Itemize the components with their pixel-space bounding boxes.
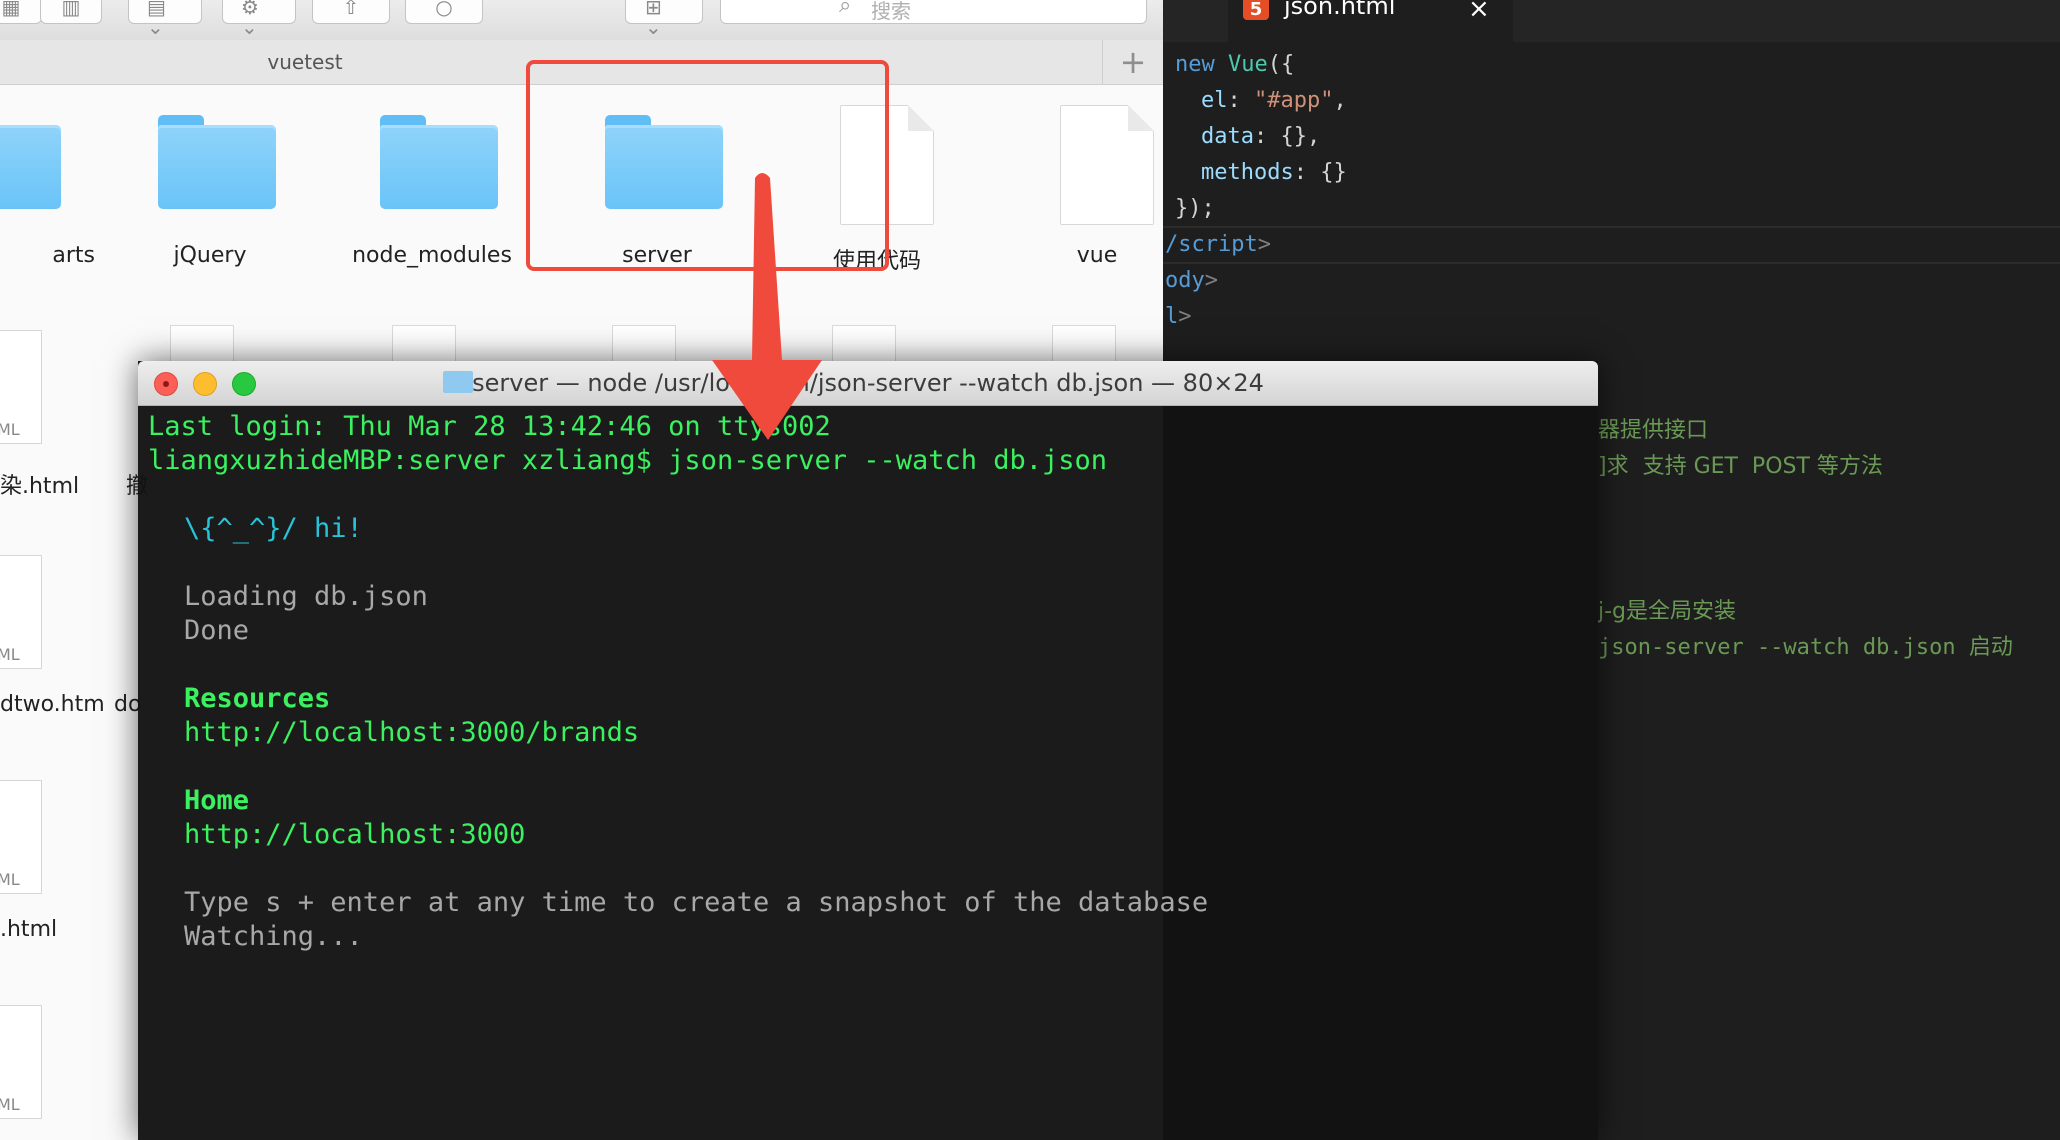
folder-title: vuetest (267, 50, 343, 74)
file-label[interactable]: .html (0, 917, 57, 942)
terminal-title: server — node /usr/local/bin/json-server… (472, 369, 1264, 397)
line-highlight (1163, 226, 2060, 228)
columns-icon: ▥ (61, 0, 81, 19)
terminal-window[interactable]: server — node /usr/local/bin/json-server… (138, 361, 1598, 1140)
tab-json-html[interactable]: 5 json.html × (1228, 0, 1513, 42)
document-icon (1052, 325, 1116, 366)
gear-icon: ⚙ ⌄ (241, 0, 259, 39)
terminal-heading: Home (184, 785, 250, 816)
file-label[interactable]: dtwo.htm (0, 692, 105, 717)
file-label: jQuery (173, 243, 247, 268)
code-comment: j-g是全局安装 (1598, 599, 1737, 624)
minimize-window-button[interactable] (193, 372, 217, 396)
close-window-button[interactable] (154, 372, 178, 396)
new-tab-button[interactable]: + (1102, 40, 1163, 84)
code-line: el: "#app", (1201, 88, 1347, 113)
highlight-box (526, 60, 889, 271)
terminal-line: Loading db.json (184, 581, 428, 612)
close-icon[interactable]: × (1468, 0, 1490, 24)
terminal-title-bar[interactable]: server — node /usr/local/bin/json-server… (138, 361, 1598, 406)
share-icon: ⇧ (342, 0, 360, 19)
code-line: l> (1165, 304, 1192, 329)
file-label: vue (1076, 243, 1118, 268)
document-icon: ML (0, 330, 42, 444)
arrange-button[interactable]: ⊞ ⌄ (625, 0, 703, 37)
terminal-line: Done (184, 615, 250, 646)
tag-button[interactable]: ○ (405, 0, 483, 24)
terminal-line: Watching... (184, 921, 363, 952)
code-line: new Vue({ (1175, 52, 1295, 77)
column-view-button[interactable]: ▥ (40, 0, 102, 24)
zoom-window-button[interactable] (232, 372, 256, 396)
search-icon: ⌕ (839, 0, 852, 18)
code-line: data: {}, (1201, 124, 1321, 149)
document-icon: ML (0, 1005, 42, 1119)
code-line: }); (1175, 196, 1215, 221)
document-icon (1060, 105, 1154, 225)
code-line: /script> (1165, 232, 1271, 257)
folder-icon (158, 115, 276, 209)
share-button[interactable]: ⇧ (312, 0, 390, 24)
terminal-url[interactable]: http://localhost:3000 (184, 819, 525, 850)
file-label: arts (52, 243, 95, 268)
search-input[interactable]: ⌕ 搜索 (720, 0, 1147, 24)
document-icon (170, 325, 234, 366)
terminal-url[interactable]: http://localhost:3000/brands (184, 717, 639, 748)
file-label: node_modules (352, 243, 512, 268)
document-icon (392, 325, 456, 366)
html5-icon: 5 (1243, 0, 1269, 20)
action-button[interactable]: ⚙ ⌄ (222, 0, 296, 37)
terminal-heading: Resources (184, 683, 331, 714)
code-line: ody> (1165, 268, 1218, 293)
terminal-line: \{^_^}/ hi! (184, 513, 363, 544)
group-button[interactable]: ▤ ⌄ (128, 0, 202, 37)
grid-icon: ▦ (1, 0, 21, 19)
folder-icon (443, 371, 473, 393)
code-line: methods: {} (1201, 160, 1347, 185)
folder-icon (0, 115, 61, 209)
file-label[interactable]: 染.html (0, 468, 79, 500)
editor-tab-bar: 5 json.html × (1163, 0, 2060, 42)
tab-label: json.html (1284, 0, 1396, 20)
finder-toolbar: ▦ ▥ ▤ ⌄ ⚙ ⌄ ⇧ ○ ⊞ ⌄ ⌕ 搜索 (0, 0, 1163, 41)
arrange-icon: ⊞ ⌄ (645, 0, 662, 39)
terminal-line: Last login: Thu Mar 28 13:42:46 on ttys0… (148, 411, 831, 442)
code-comment: 器提供接口 (1598, 418, 1709, 443)
document-icon (832, 325, 896, 366)
code-comment: json-server --watch db.json 启动 (1598, 635, 2013, 660)
document-icon (612, 325, 676, 366)
group-icon: ▤ ⌄ (147, 0, 166, 39)
document-icon: ML (0, 780, 42, 894)
code-comment: ]求 支持 GET POST 等方法 (1598, 454, 1883, 479)
folder-icon (380, 115, 498, 209)
search-placeholder: 搜索 (871, 0, 911, 23)
terminal-line: Type s + enter at any time to create a s… (184, 887, 1209, 918)
icon-view-button[interactable]: ▦ (0, 0, 42, 24)
tag-icon: ○ (435, 0, 453, 19)
line-highlight (1163, 262, 2060, 264)
document-icon: ML (0, 555, 42, 669)
terminal-prompt-line: liangxuzhideMBP:server xzliang$ json-ser… (148, 445, 1108, 476)
